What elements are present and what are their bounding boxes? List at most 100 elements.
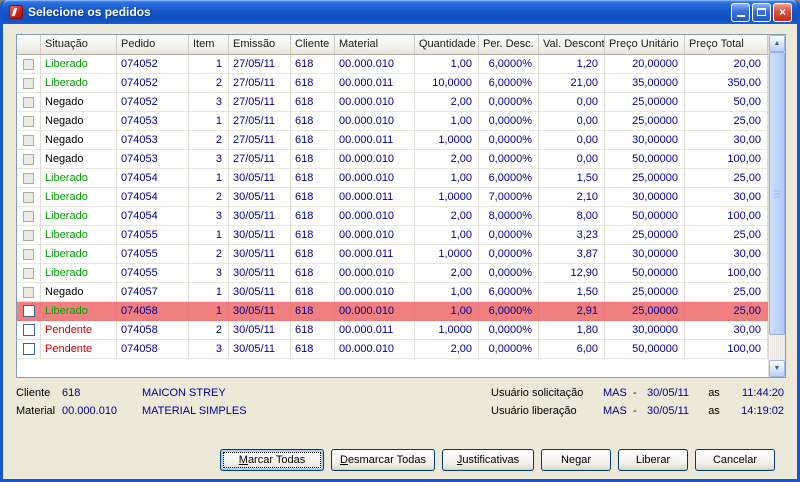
cell-preco_total: 25,00 [685,169,768,188]
cell-item: 3 [189,264,229,283]
cell-material: 00.000.011 [335,74,415,93]
cell-preco_unitario: 30,00000 [605,321,685,340]
scrollbar-thumb[interactable] [769,52,785,336]
cell-cliente: 618 [291,321,335,340]
column-header-per_desc[interactable]: Per. Desc. [479,35,539,55]
cell-emissao: 30/05/11 [229,245,291,264]
table-row[interactable]: Pendente 074058 2 30/05/11 618 00.000.011 1,00… [17,321,768,340]
table-row[interactable]: Liberado 074054 2 30/05/11 618 00.000.011 1,00… [17,188,768,207]
scroll-down-button[interactable]: ▼ [769,360,785,377]
table-row[interactable]: Liberado 074052 1 27/05/11 618 00.000.010 1,00… [17,55,768,74]
negar-button[interactable]: Negar [541,449,611,471]
column-header-preco_total[interactable]: Preço Total [685,35,768,55]
table-row[interactable]: Liberado 074054 3 30/05/11 618 00.000.010 2,00… [17,207,768,226]
column-header-cliente[interactable]: Cliente [291,35,335,55]
table-row[interactable]: Liberado 074052 2 27/05/11 618 00.000.011 10,0… [17,74,768,93]
status-label: Liberado [45,77,88,89]
table-row[interactable]: Liberado 074058 1 30/05/11 618 00.000.010 1,00… [17,302,768,321]
row-checkbox[interactable] [23,77,34,89]
column-header-emissao[interactable]: Emissão [229,35,291,55]
row-checkbox[interactable] [23,267,34,279]
cell-item: 3 [189,340,229,359]
column-header-material[interactable]: Material [335,35,415,55]
status-label: Liberado [45,210,88,222]
cell-quantidade: 2,00 [415,150,479,169]
cell-material: 00.000.010 [335,283,415,302]
material-value: 00.000.010 [62,405,118,417]
cell-preco_total: 25,00 [685,283,768,302]
table-row[interactable]: Negado 074052 3 27/05/11 618 00.000.010 2,00 0,… [17,93,768,112]
column-header-pedido[interactable]: Pedido [117,35,189,55]
vertical-scrollbar[interactable]: ▲ ▼ [768,35,785,377]
cell-item: 1 [189,55,229,74]
cell-val_desconto: 2,10 [539,188,605,207]
liberacao-date: 30/05/11 [647,405,690,417]
marcar-todas-button[interactable]: Marcar Todas [220,449,324,471]
liberacao-label: Usuário liberação [491,405,577,417]
row-checkbox[interactable] [23,191,34,203]
cell-val_desconto: 8,00 [539,207,605,226]
table-row[interactable]: Negado 074053 2 27/05/11 618 00.000.011 1,0000… [17,131,768,150]
material-line: Material 00.000.010 MATERIAL SIMPLES [16,404,446,419]
row-checkbox[interactable] [23,58,34,70]
cell-pedido: 074053 [117,112,189,131]
column-header-checkbox[interactable] [17,35,41,55]
column-header-item[interactable]: Item [189,35,229,55]
liberar-button[interactable]: Liberar [618,449,688,471]
footer-info: Cliente 618 MAICON STREY Material 00.000… [16,386,784,422]
cell-situacao: Liberado [41,207,117,226]
row-checkbox[interactable] [23,96,34,108]
maximize-button[interactable] [752,2,771,22]
minimize-button[interactable] [731,2,750,22]
cell-cliente: 618 [291,207,335,226]
desmarcar-todas-button[interactable]: Desmarcar Todas [331,449,435,471]
row-checkbox[interactable] [23,115,34,127]
cell-pedido: 074054 [117,188,189,207]
table-row[interactable]: Negado 074053 1 27/05/11 618 00.000.010 1,00 0,… [17,112,768,131]
justificativas-button[interactable]: Justificativas [442,449,534,471]
table-row[interactable]: Liberado 074055 1 30/05/11 618 00.000.010 1,00… [17,226,768,245]
column-header-quantidade[interactable]: Quantidade [415,35,479,55]
cell-val_desconto: 1,80 [539,321,605,340]
cell-cliente: 618 [291,55,335,74]
cell-preco_unitario: 35,00000 [605,74,685,93]
table-row[interactable]: Negado 074057 1 30/05/11 618 00.000.010 1,00 6,… [17,283,768,302]
footer-left: Cliente 618 MAICON STREY Material 00.000… [16,386,446,422]
cell-preco_unitario: 50,00000 [605,207,685,226]
close-button[interactable]: × [773,2,792,22]
scroll-up-button[interactable]: ▲ [769,35,785,52]
cell-preco_unitario: 20,00000 [605,55,685,74]
row-checkbox[interactable] [23,153,34,165]
row-checkbox[interactable] [22,343,35,355]
row-checkbox[interactable] [22,305,35,317]
table-row[interactable]: Liberado 074054 1 30/05/11 618 00.000.010 1,00… [17,169,768,188]
status-label: Liberado [45,191,88,203]
row-checkbox[interactable] [23,229,34,241]
row-checkbox[interactable] [23,286,34,298]
column-header-preco_unitario[interactable]: Preço Unitário [605,35,685,55]
solicitacao-line: Usuário solicitação MAS - 30/05/11 as 11… [491,386,784,401]
column-header-val_desconto[interactable]: Val. Desconto [539,35,605,55]
table-row[interactable]: Pendente 074058 3 30/05/11 618 00.000.010 2,00… [17,340,768,359]
row-checkbox[interactable] [23,134,34,146]
cell-preco_unitario: 50,00000 [605,264,685,283]
title-bar[interactable]: Selecione os pedidos × [3,0,797,24]
row-checkbox[interactable] [23,172,34,184]
liberacao-time: 14:19:02 [741,405,784,417]
scrollbar-track[interactable] [769,52,785,360]
cell-situacao: Liberado [41,226,117,245]
table-row[interactable]: Liberado 074055 2 30/05/11 618 00.000.011 1,00… [17,245,768,264]
row-checkbox[interactable] [22,324,35,336]
table-row[interactable]: Negado 074053 3 27/05/11 618 00.000.010 2,00 0,… [17,150,768,169]
cancelar-button[interactable]: Cancelar [695,449,775,471]
cell-pedido: 074052 [117,74,189,93]
row-checkbox[interactable] [23,248,34,260]
table-row[interactable]: Liberado 074055 3 30/05/11 618 00.000.010 2,00… [17,264,768,283]
row-checkbox[interactable] [23,210,34,222]
checkbox-cell [17,283,41,302]
cell-emissao: 27/05/11 [229,74,291,93]
cell-per_desc: 6,0000% [479,283,539,302]
checkbox-cell [17,131,41,150]
column-header-situacao[interactable]: Situação [41,35,117,55]
cell-cliente: 618 [291,188,335,207]
